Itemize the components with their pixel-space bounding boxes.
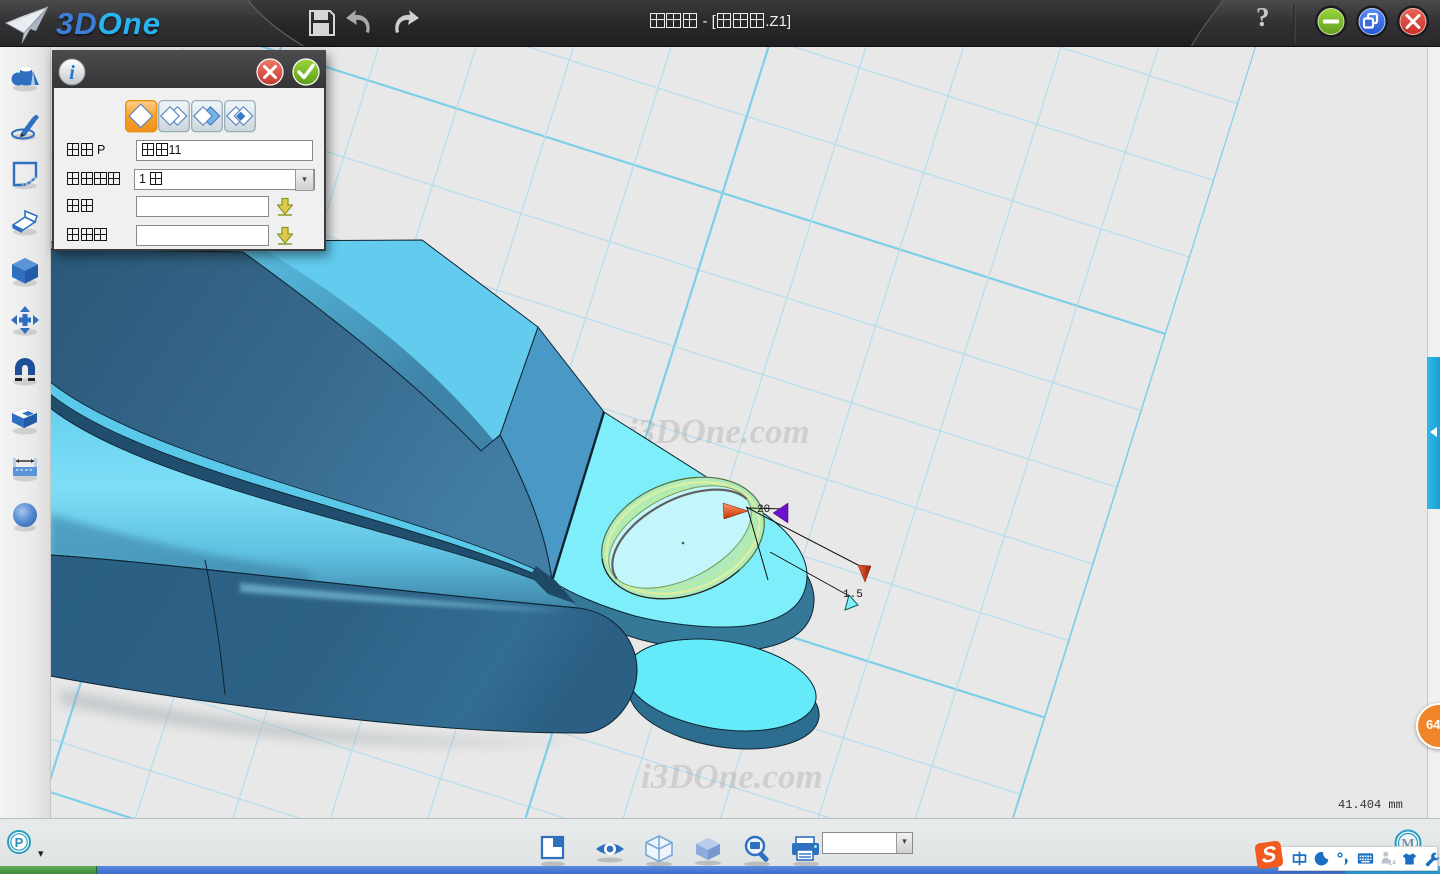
svg-text:1.5: 1.5 [843, 589, 863, 601]
svg-text:P: P [15, 835, 24, 850]
svg-text:20: 20 [757, 504, 770, 516]
svg-text:14: 14 [1388, 859, 1396, 866]
svg-text:i3DOne.com: i3DOne.com [641, 757, 823, 796]
svg-text:i: i [69, 62, 75, 84]
